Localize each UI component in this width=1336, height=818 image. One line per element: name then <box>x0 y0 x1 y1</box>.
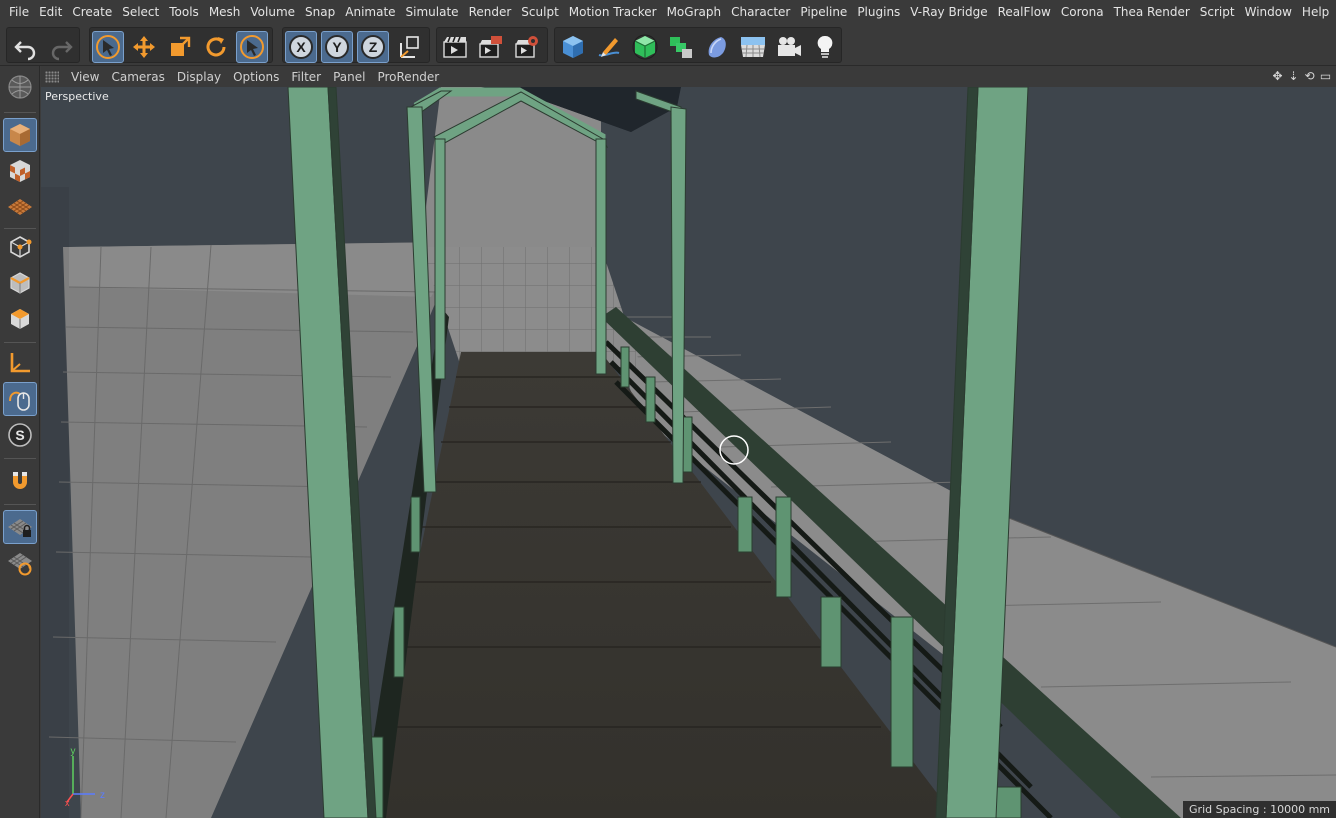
perspective-viewport[interactable]: Perspective y z x Grid Spacing : 10000 m… <box>41 87 1336 818</box>
menu-plugins[interactable]: Plugins <box>852 0 905 24</box>
menu-volume[interactable]: Volume <box>245 0 300 24</box>
rotate-icon[interactable] <box>200 31 232 63</box>
axis-z-button[interactable]: Z <box>357 31 389 63</box>
last-tool-icon[interactable] <box>236 31 268 63</box>
render-group <box>436 27 548 63</box>
menu-simulate[interactable]: Simulate <box>401 0 464 24</box>
svg-text:Y: Y <box>332 39 342 55</box>
enable-axis-icon[interactable] <box>3 346 37 380</box>
svg-text:x: x <box>65 798 70 806</box>
menu-file[interactable]: File <box>4 0 34 24</box>
menu-motion-tracker[interactable]: Motion Tracker <box>564 0 662 24</box>
lock-workplane-icon[interactable] <box>3 510 37 544</box>
main-toolbar: X Y Z <box>0 24 1336 66</box>
viewport-menu-options[interactable]: Options <box>227 70 285 84</box>
camera-icon[interactable] <box>773 31 805 63</box>
transform-tools-group <box>89 27 273 63</box>
scene-render <box>41 87 1336 818</box>
undo-group <box>6 27 80 63</box>
svg-text:z: z <box>100 790 105 801</box>
undo-icon[interactable] <box>10 31 42 63</box>
left-tool-palette: S <box>0 66 40 818</box>
menu-realflow[interactable]: RealFlow <box>993 0 1056 24</box>
menu-edit[interactable]: Edit <box>34 0 67 24</box>
dolly-view-icon[interactable]: ⇣ <box>1287 68 1300 84</box>
menu-animate[interactable]: Animate <box>340 0 400 24</box>
live-selection-icon[interactable] <box>92 31 124 63</box>
render-settings-icon[interactable] <box>511 31 543 63</box>
viewport-menu-bar: View Cameras Display Options Filter Panel ProR… <box>41 66 1336 87</box>
svg-text:Z: Z <box>369 39 378 55</box>
render-picture-viewer-icon[interactable] <box>475 31 507 63</box>
axis-x-button[interactable]: X <box>285 31 317 63</box>
svg-text:y: y <box>71 746 76 757</box>
points-mode-icon[interactable] <box>3 230 37 264</box>
menu-create[interactable]: Create <box>67 0 117 24</box>
viewport-menu-view[interactable]: View <box>65 70 105 84</box>
menu-thea-render[interactable]: Thea Render <box>1109 0 1195 24</box>
light-icon[interactable] <box>809 31 841 63</box>
svg-text:X: X <box>296 39 306 55</box>
svg-text:S: S <box>15 427 24 443</box>
snap-icon[interactable]: S <box>3 418 37 452</box>
tweak-mode-icon[interactable] <box>3 382 37 416</box>
menu-help[interactable]: Help <box>1297 0 1334 24</box>
menu-sculpt[interactable]: Sculpt <box>516 0 563 24</box>
edges-mode-icon[interactable] <box>3 266 37 300</box>
menu-tools[interactable]: Tools <box>164 0 204 24</box>
axis-lock-group: X Y Z <box>282 27 430 63</box>
objects-group <box>554 27 842 63</box>
viewport-menu-prorender[interactable]: ProRender <box>371 70 445 84</box>
polygons-mode-icon[interactable] <box>3 302 37 336</box>
menu-corona[interactable]: Corona <box>1056 0 1109 24</box>
pan-view-icon[interactable]: ✥ <box>1271 68 1284 84</box>
axis-gizmo: y z x <box>65 746 105 806</box>
viewport-menu-filter[interactable]: Filter <box>285 70 327 84</box>
array-icon[interactable] <box>665 31 697 63</box>
grid-spacing-readout: Grid Spacing : 10000 mm <box>1183 801 1336 818</box>
menu-v-ray-bridge[interactable]: V-Ray Bridge <box>905 0 992 24</box>
axis-y-button[interactable]: Y <box>321 31 353 63</box>
menu-snap[interactable]: Snap <box>300 0 340 24</box>
menu-mograph[interactable]: MoGraph <box>662 0 727 24</box>
panel-grip-icon[interactable] <box>45 70 59 83</box>
viewport-camera-label: Perspective <box>45 90 109 103</box>
menu-render[interactable]: Render <box>464 0 517 24</box>
pen-icon[interactable] <box>593 31 625 63</box>
menu-character[interactable]: Character <box>726 0 795 24</box>
planar-workplane-icon[interactable] <box>3 546 37 580</box>
menu-bar: File Edit Create Select Tools Mesh Volume Snap A… <box>0 0 1336 24</box>
menu-window[interactable]: Window <box>1240 0 1297 24</box>
cube-icon[interactable] <box>557 31 589 63</box>
menu-pipeline[interactable]: Pipeline <box>795 0 852 24</box>
floor-icon[interactable] <box>737 31 769 63</box>
menu-script[interactable]: Script <box>1195 0 1240 24</box>
render-view-icon[interactable] <box>439 31 471 63</box>
subdivision-icon[interactable] <box>629 31 661 63</box>
texture-mode-icon[interactable] <box>3 154 37 188</box>
viewport-menu-cameras[interactable]: Cameras <box>105 70 170 84</box>
toggle-layout-icon[interactable]: ▭ <box>1319 68 1332 84</box>
world-coordinates-icon[interactable] <box>393 31 425 63</box>
viewport-menu-display[interactable]: Display <box>171 70 227 84</box>
viewport-solo-icon[interactable] <box>3 70 37 104</box>
magnet-icon[interactable] <box>3 464 37 498</box>
workplane-mode-icon[interactable] <box>3 190 37 224</box>
model-mode-icon[interactable] <box>3 118 37 152</box>
move-icon[interactable] <box>128 31 160 63</box>
scale-icon[interactable] <box>164 31 196 63</box>
menu-select[interactable]: Select <box>117 0 164 24</box>
deformer-icon[interactable] <box>701 31 733 63</box>
menu-mesh[interactable]: Mesh <box>204 0 246 24</box>
rotate-view-icon[interactable]: ⟲ <box>1303 68 1316 84</box>
viewport-menu-panel[interactable]: Panel <box>327 70 371 84</box>
redo-icon[interactable] <box>45 31 77 63</box>
